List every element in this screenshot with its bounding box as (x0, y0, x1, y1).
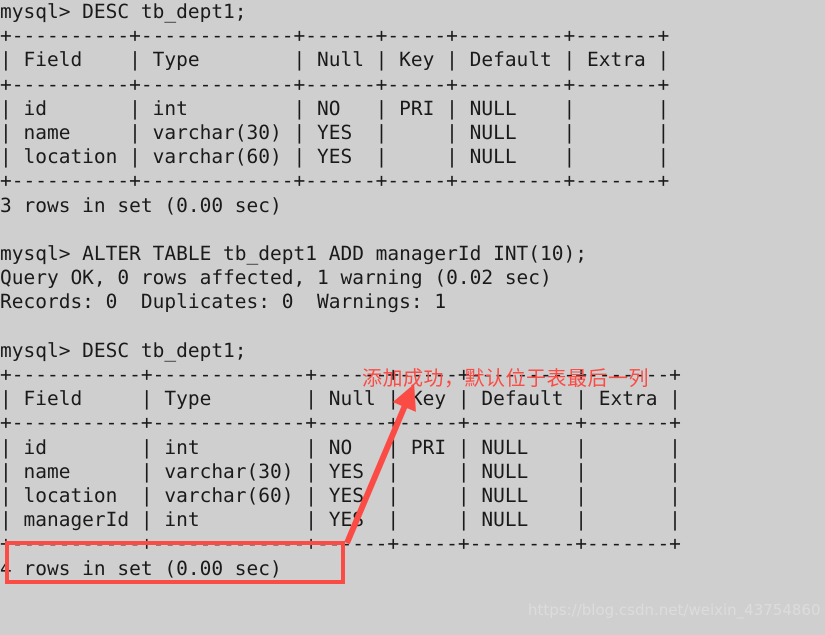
watermark: https://blog.csdn.net/weixin_43754860 (528, 601, 821, 619)
terminal-window: mysql> DESC tb_dept1; +----------+------… (0, 0, 825, 635)
terminal-text: mysql> DESC tb_dept1; +----------+------… (0, 0, 681, 580)
terminal-output[interactable]: mysql> DESC tb_dept1; +----------+------… (0, 0, 825, 581)
